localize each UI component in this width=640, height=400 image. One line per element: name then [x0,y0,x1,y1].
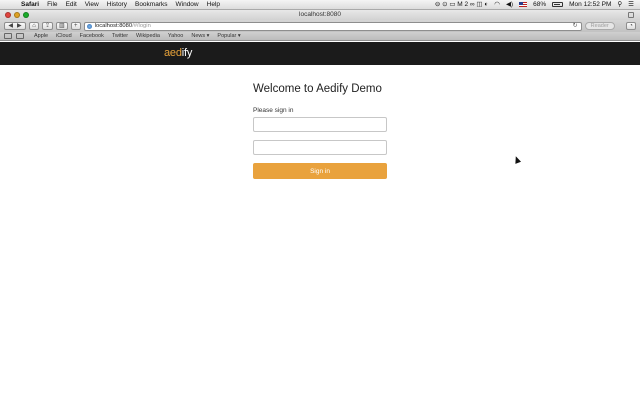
wifi-icon[interactable]: ◠ [494,0,500,10]
traffic-lights [5,12,29,18]
app-header: aedify [0,42,640,65]
reader-button[interactable]: Reader [584,22,615,30]
close-window-button[interactable] [5,12,11,18]
back-icon[interactable]: ◀ [8,23,13,29]
add-bookmark-button[interactable]: + [70,22,81,30]
url-path: /#/login [132,22,151,29]
battery-icon[interactable] [552,2,564,7]
menubar-clock[interactable]: Mon 12:52 PM [569,0,611,10]
minimize-window-button[interactable] [14,12,20,18]
address-bar[interactable]: localhost:8080/#/login ↻ [83,21,582,31]
downloads-button[interactable]: ◔ [626,22,636,30]
bookmark-yahoo[interactable]: Yahoo [168,33,184,39]
bookmark-facebook[interactable]: Facebook [80,33,104,39]
notification-list-icon[interactable]: ☰ [628,0,634,10]
globe-icon [86,23,92,29]
page-title: Welcome to Aedify Demo [253,83,382,95]
reading-list-icon[interactable] [4,33,12,39]
menu-edit[interactable]: Edit [66,1,77,8]
fullscreen-icon[interactable] [628,12,634,18]
volume-icon[interactable]: ◀) [506,0,513,10]
sign-in-button[interactable]: Sign in [253,163,387,179]
browser-toolbar: ◀ ▶ ⌂ ⇪ ▥ + localhost:8080/#/login ↻ Rea… [0,20,640,32]
plus-icon: + [73,23,78,29]
window-title-bar: localhost:8080 [0,10,640,20]
spotlight-search-icon[interactable]: ⚲ [617,0,622,10]
sidebar-icon: ▥ [59,23,65,29]
downloads-icon: ◔ [629,23,633,29]
login-form: Welcome to Aedify Demo Please sign in Si… [253,82,387,179]
menu-file[interactable]: File [47,1,57,8]
macos-menu-bar: Safari File Edit View History Bookmarks … [0,0,640,10]
bookmark-wikipedia[interactable]: Wikipedia [136,33,160,39]
menu-window[interactable]: Window [176,1,199,8]
bookmark-icloud[interactable]: iCloud [56,33,72,39]
reload-icon[interactable]: ↻ [573,23,578,30]
battery-percent: 68% [533,0,547,8]
sign-in-prompt: Please sign in [253,107,294,114]
url-host: localhost:8080 [94,22,133,29]
tray-icons[interactable]: ⊖ ⊙ ▭ M 2 ∞ ◫ ◐ [435,0,488,10]
home-icon: ⌂ [32,23,36,29]
menu-help[interactable]: Help [207,1,220,8]
bookmark-popular-folder[interactable]: Popular ▾ [217,33,240,39]
status-tray: ⊖ ⊙ ▭ M 2 ∞ ◫ ◐ ◠ ◀) 68% Mon 12:52 PM ⚲ … [435,0,640,10]
bookmark-apple[interactable]: Apple [34,33,48,39]
bookmark-twitter[interactable]: Twitter [112,33,128,39]
share-icon: ⇪ [45,23,51,29]
home-button[interactable]: ⌂ [29,22,39,30]
top-sites-icon[interactable] [16,33,24,39]
password-field[interactable] [253,140,387,155]
username-field[interactable] [253,117,387,132]
menu-history[interactable]: History [107,1,127,8]
menu-view[interactable]: View [85,1,99,8]
aedify-logo[interactable]: aedify [164,47,192,59]
input-source-flag-icon[interactable] [519,2,528,7]
bookmarks-bar: Apple iCloud Facebook Twitter Wikipedia … [0,32,640,41]
forward-icon[interactable]: ▶ [17,23,22,29]
zoom-window-button[interactable] [23,12,29,18]
logo-text-ify: ify [181,47,193,59]
bookmark-news-folder[interactable]: News ▾ [191,33,209,39]
logo-text-aed: aed [164,47,182,59]
mouse-cursor-icon [512,155,522,164]
share-button[interactable]: ⇪ [42,22,54,30]
sidebar-button[interactable]: ▥ [56,22,68,30]
back-forward-buttons: ◀ ▶ [4,22,26,30]
menu-bookmarks[interactable]: Bookmarks [135,1,168,8]
menu-safari[interactable]: Safari [21,1,39,8]
window-title: localhost:8080 [299,11,341,18]
